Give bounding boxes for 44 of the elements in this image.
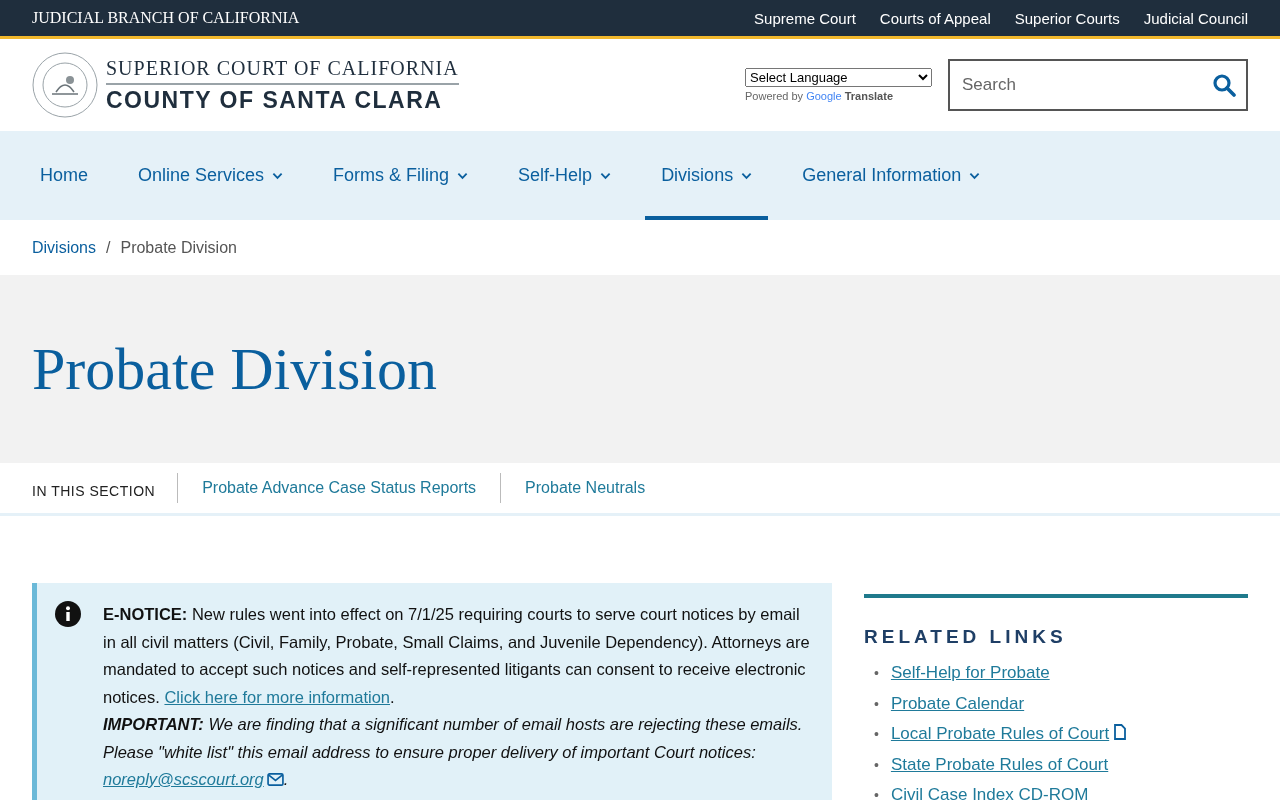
language-select[interactable]: Select Language [745, 68, 932, 87]
related-link[interactable]: Probate Calendar [890, 688, 1025, 719]
search-icon[interactable] [1212, 73, 1236, 97]
email-link[interactable]: noreply@scscourt.org [103, 770, 284, 788]
search-field[interactable]: Search [948, 59, 1248, 111]
breadcrumb-current: Probate Division [120, 238, 237, 257]
top-link[interactable]: Courts of Appeal [879, 9, 991, 27]
related-link[interactable]: State Probate Rules of Court [890, 749, 1109, 780]
bullet: • [874, 664, 879, 683]
notice-paragraph: E-NOTICE: New rules went into effect on 7/1/25 requiring courts to serve court notices by email in all civil matters (Civil, Family, Probate, Small Claims, and Juvenile Dependency). Attorneys are mandated to accept such notices and self-represented litigants can consent to receive electronic notices. Click here for more information. [103, 604, 811, 708]
nav-tab[interactable]: Divisions [645, 131, 769, 220]
bullet: • [874, 755, 879, 775]
related-link[interactable]: Local Probate Rules of Court [890, 719, 1127, 750]
section-link[interactable]: Probate Neutrals [500, 473, 670, 503]
bullet: • [874, 786, 879, 800]
bullet: • [874, 694, 879, 714]
breadcrumb-link[interactable]: Divisions [32, 238, 96, 257]
more-info-link[interactable]: Click here for more information [164, 687, 391, 706]
court-name: SUPERIOR COURT OF CALIFORNIA [106, 56, 459, 85]
bullet: • [874, 725, 879, 744]
envelope-icon [266, 773, 284, 786]
court-seal-icon [32, 52, 98, 118]
section-label: IN THIS SECTION [32, 483, 157, 499]
site-title: JUDICIAL BRANCH OF CALIFORNIA [32, 9, 300, 27]
nav-tab[interactable]: Forms & Filing [317, 131, 485, 220]
info-icon [55, 601, 81, 627]
nav-tab[interactable]: Home [24, 131, 104, 220]
important-paragraph: IMPORTANT: We are finding that a significant number of email hosts are rejecting these emails. Please "white list" this email address to ensure proper delivery of important Court notices: noreply@scscourt.org . [103, 714, 804, 790]
top-link[interactable]: Superior Courts [1014, 9, 1120, 27]
nav-tab[interactable]: General Information [786, 131, 997, 220]
breadcrumb-separator: / [106, 238, 111, 257]
related-link[interactable]: Self-Help for Probate [890, 658, 1050, 689]
nav-tab[interactable]: Online Services [122, 131, 300, 220]
section-link[interactable]: Probate Advance Case Status Reports [177, 473, 501, 503]
page-title: Probate Division [32, 334, 437, 404]
county-name: COUNTY OF SANTA CLARA [106, 85, 444, 114]
google-logo: Google [806, 90, 842, 102]
related-links-heading: RELATED LINKS [864, 626, 1068, 648]
nav-tab[interactable]: Self-Help [502, 131, 628, 220]
top-link[interactable]: Judicial Council [1143, 9, 1248, 27]
top-link[interactable]: Supreme Court [754, 9, 856, 27]
powered-by-text: Powered by [745, 90, 804, 102]
related-link[interactable]: Civil Case Index CD-ROM [890, 780, 1089, 800]
translate-label: Translate [844, 90, 893, 102]
